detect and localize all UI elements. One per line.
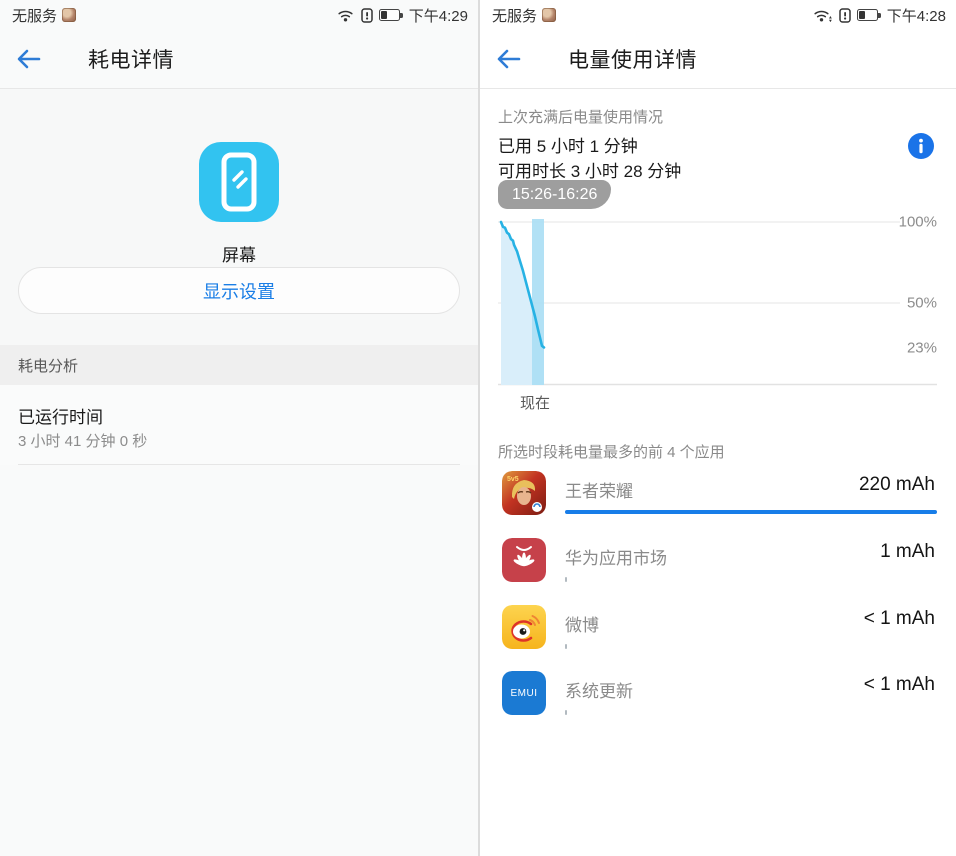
battery-usage-screen: 无服务 下午4:28 (478, 0, 956, 856)
screen-icon (199, 142, 279, 222)
honor-of-kings-icon: 5v5 (502, 471, 546, 515)
usage-bar (565, 710, 567, 715)
page-title: 耗电详情 (88, 44, 174, 74)
usage-bar (565, 510, 937, 514)
info-button[interactable] (908, 133, 934, 159)
back-arrow-icon (15, 48, 41, 70)
app-usage-value: 220 mAh (859, 474, 935, 496)
status-bar-right: 无服务 下午4:28 (480, 0, 956, 30)
app-name: 王者荣耀 (565, 477, 633, 502)
info-icon (908, 133, 934, 159)
app-row-weibo[interactable]: 微博 < 1 mAh (480, 600, 956, 662)
battery-icon (379, 9, 403, 21)
wifi-icon (338, 9, 355, 22)
battery-chart[interactable]: 100% 50% 23% (498, 219, 937, 387)
used-time-label: 已用 5 小时 1 分钟 (498, 132, 638, 157)
display-settings-button[interactable]: 显示设置 (18, 267, 460, 314)
carrier-label: 无服务 (12, 5, 57, 26)
header-divider (480, 88, 956, 89)
selected-range-label: 15:26-16:26 (512, 186, 597, 204)
remaining-time-label: 可用时长 3 小时 28 分钟 (498, 157, 681, 182)
app-row-appgallery[interactable]: 华为应用市场 1 mAh (480, 533, 956, 595)
usage-bar (565, 644, 567, 649)
app-usage-value: < 1 mAh (864, 674, 935, 696)
emui-icon: EMUI (502, 671, 546, 715)
svg-text:5v5: 5v5 (507, 476, 519, 483)
ytick-50: 50% (907, 295, 937, 312)
carrier-label: 无服务 (492, 5, 537, 26)
back-button[interactable] (480, 37, 536, 81)
appgallery-icon (502, 538, 546, 582)
app-name-label: 屏幕 (0, 241, 478, 266)
battery-chart-svg (498, 219, 937, 387)
selected-range-bubble: 15:26-16:26 (498, 180, 611, 209)
chart-selection-band (532, 219, 544, 385)
section-header-label: 耗电分析 (18, 355, 78, 376)
power-detail-screen: 无服务 下午4:29 (0, 0, 478, 856)
sim-alert-icon (361, 8, 373, 23)
sim-alert-icon (839, 8, 851, 23)
runtime-label: 已运行时间 (18, 403, 103, 428)
app-row-system-update[interactable]: EMUI 系统更新 < 1 mAh (480, 666, 956, 728)
emui-icon-text: EMUI (502, 671, 546, 715)
now-label: 现在 (520, 392, 550, 413)
section-header-strip: 耗电分析 (0, 345, 478, 385)
runtime-block: 已运行时间 3 小时 41 分钟 0 秒 (0, 385, 478, 465)
divider (18, 464, 460, 465)
status-bar-left: 无服务 下午4:29 (0, 0, 478, 30)
battery-icon (857, 9, 881, 21)
display-settings-label: 显示设置 (203, 278, 275, 304)
page-title: 电量使用详情 (568, 44, 697, 74)
app-row-honor-of-kings[interactable]: 5v5 王者荣耀 220 mAh (480, 466, 956, 528)
header-left: 耗电详情 (0, 30, 478, 88)
app-usage-value: 1 mAh (880, 541, 935, 563)
runtime-value: 3 小时 41 分钟 0 秒 (18, 430, 147, 451)
usage-caption: 上次充满后电量使用情况 (498, 106, 663, 127)
usage-bar (565, 577, 567, 582)
clock-label: 下午4:29 (409, 5, 468, 26)
app-name: 华为应用市场 (565, 544, 667, 569)
app-name: 系统更新 (565, 677, 633, 702)
weibo-icon (502, 605, 546, 649)
wifi-data-icon (814, 9, 833, 22)
status-emoji-icon (62, 8, 76, 22)
ytick-23: 23% (907, 340, 937, 357)
clock-label: 下午4:28 (887, 5, 946, 26)
app-usage-value: < 1 mAh (864, 608, 935, 630)
ytick-100: 100% (899, 214, 937, 231)
status-emoji-icon (542, 8, 556, 22)
back-button[interactable] (0, 37, 56, 81)
dual-screenshot: 无服务 下午4:29 (0, 0, 956, 856)
header-right: 电量使用详情 (480, 30, 956, 88)
top-apps-header: 所选时段耗电量最多的前 4 个应用 (498, 441, 725, 462)
app-name: 微博 (565, 611, 599, 636)
back-arrow-icon (495, 48, 521, 70)
